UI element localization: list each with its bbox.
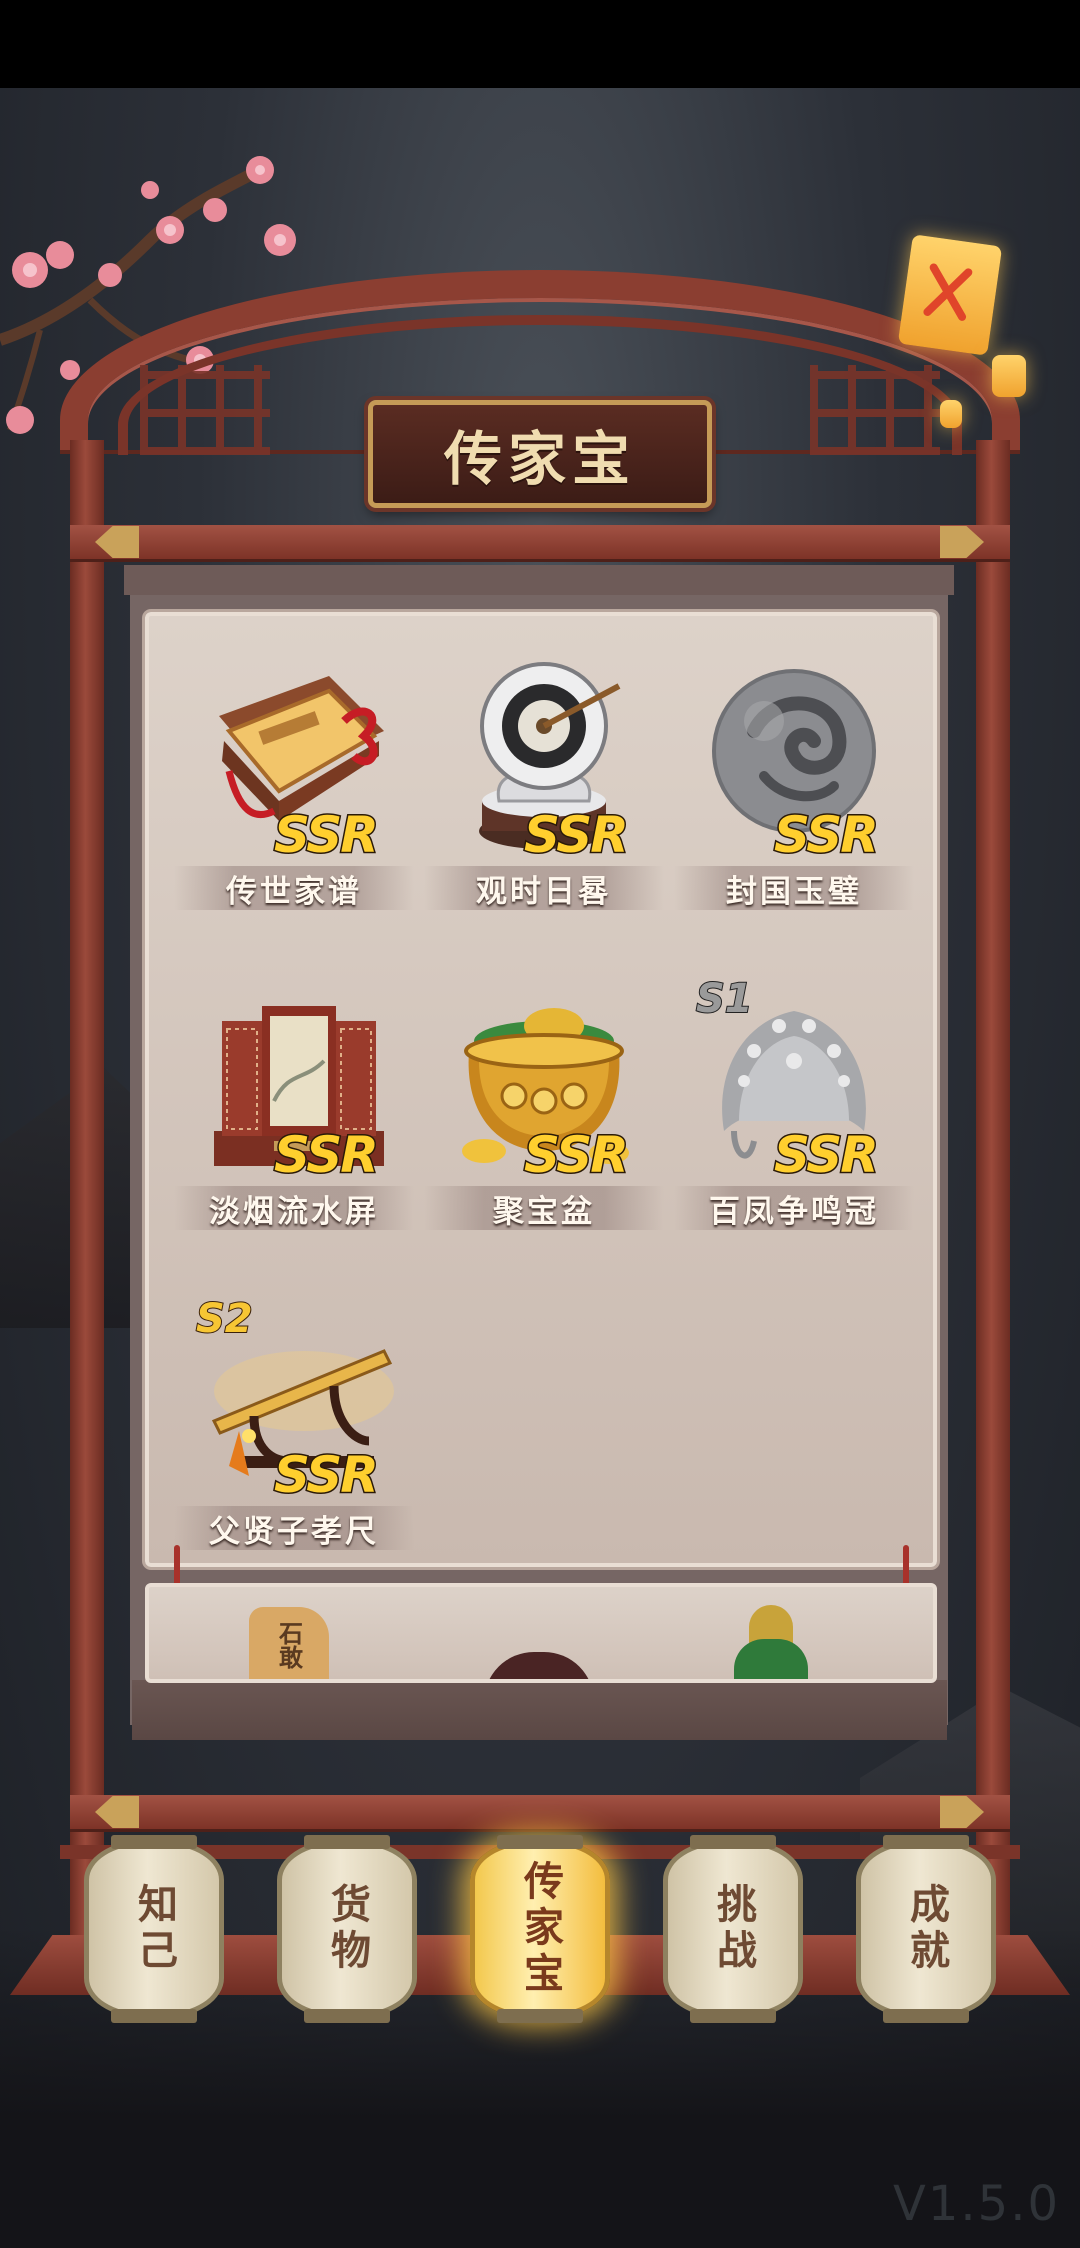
version-label: V1.5.0 <box>893 2176 1060 2232</box>
item-name: 观时日晷 <box>476 873 612 910</box>
item-level: S1 <box>695 975 754 1023</box>
close-lantern-button[interactable] <box>897 234 1003 356</box>
item-name-bar: 聚宝盆 <box>424 1186 664 1230</box>
scroll-bottom-bar <box>132 1680 947 1740</box>
tab-achievement[interactable]: 成就 <box>856 1835 996 2023</box>
crossbeam-top <box>70 525 1010 559</box>
vase-icon <box>734 1639 808 1679</box>
tab-label: 挑战 <box>710 1883 757 1975</box>
heirloom-item[interactable]: SSR 淡烟流水屏 <box>174 981 414 1281</box>
item-name-bar: 封国玉璧 <box>674 866 914 910</box>
tab-label: 知己 <box>131 1883 178 1975</box>
item-name: 封国玉璧 <box>726 873 862 910</box>
partial-item-text: 石敢 <box>274 1621 304 1669</box>
rarity-badge: SSR <box>273 1125 381 1186</box>
heirloom-item[interactable]: S2 SSR 父贤子孝尺 <box>174 1295 414 1601</box>
tab-goods[interactable]: 货物 <box>277 1835 417 2023</box>
status-bar <box>0 0 1080 88</box>
item-name-bar: 父贤子孝尺 <box>174 1506 414 1550</box>
close-icon <box>923 263 973 321</box>
sky-lantern-icon <box>992 355 1026 397</box>
heirloom-item[interactable]: S1 SSR 百凤争鸣冠 <box>674 975 914 1281</box>
item-name-bar: 传世家谱 <box>174 866 414 910</box>
treasure-item-icon <box>484 1652 594 1679</box>
heirloom-item[interactable]: SSR 传世家谱 <box>174 661 414 961</box>
title-plaque: 传家宝 <box>368 400 712 508</box>
rarity-badge: SSR <box>773 805 881 866</box>
crossbeam-bottom <box>70 1795 1010 1829</box>
heirloom-grid: SSR 传世家谱 SSR 观时日晷 SSR 封国玉璧 SSR 淡烟流水屏 SSR… <box>145 612 937 1567</box>
page-title: 传家宝 <box>443 425 636 493</box>
heirloom-item[interactable]: SSR 聚宝盆 <box>424 981 664 1281</box>
heirloom-item[interactable]: SSR 封国玉璧 <box>674 661 914 961</box>
rarity-badge: SSR <box>273 1445 381 1506</box>
item-name: 百凤争鸣冠 <box>709 1193 879 1230</box>
item-name: 淡烟流水屏 <box>209 1193 379 1230</box>
item-name: 聚宝盆 <box>493 1193 595 1230</box>
tab-label: 传家宝 <box>517 1860 564 1998</box>
item-name-bar: 百凤争鸣冠 <box>674 1186 914 1230</box>
lattice-left <box>140 365 270 455</box>
item-name: 父贤子孝尺 <box>209 1513 379 1550</box>
tab-zhiji[interactable]: 知己 <box>84 1835 224 2023</box>
tab-label: 成就 <box>903 1883 950 1975</box>
rarity-badge: SSR <box>773 1125 881 1186</box>
tab-label: 货物 <box>324 1883 371 1975</box>
tab-challenge[interactable]: 挑战 <box>663 1835 803 2023</box>
rarity-badge: SSR <box>273 805 381 866</box>
item-level: S2 <box>195 1295 254 1343</box>
rarity-badge: SSR <box>523 1125 631 1186</box>
item-name-bar: 淡烟流水屏 <box>174 1186 414 1230</box>
pillar-right <box>976 440 1010 1960</box>
lattice-right <box>810 365 940 455</box>
item-name-bar: 观时日晷 <box>424 866 664 910</box>
sky-lantern-icon <box>940 400 962 428</box>
pillar-left <box>70 440 104 1960</box>
stone-tablet-icon: 石敢 <box>249 1607 329 1679</box>
scroll-top-bar <box>124 565 954 595</box>
heirloom-item[interactable]: SSR 观时日晷 <box>424 661 664 961</box>
item-name: 传世家谱 <box>226 873 362 910</box>
heirloom-grid-next-row: 石敢 <box>145 1583 937 1683</box>
rarity-badge: SSR <box>523 805 631 866</box>
tab-heirloom[interactable]: 传家宝 <box>470 1835 610 2023</box>
